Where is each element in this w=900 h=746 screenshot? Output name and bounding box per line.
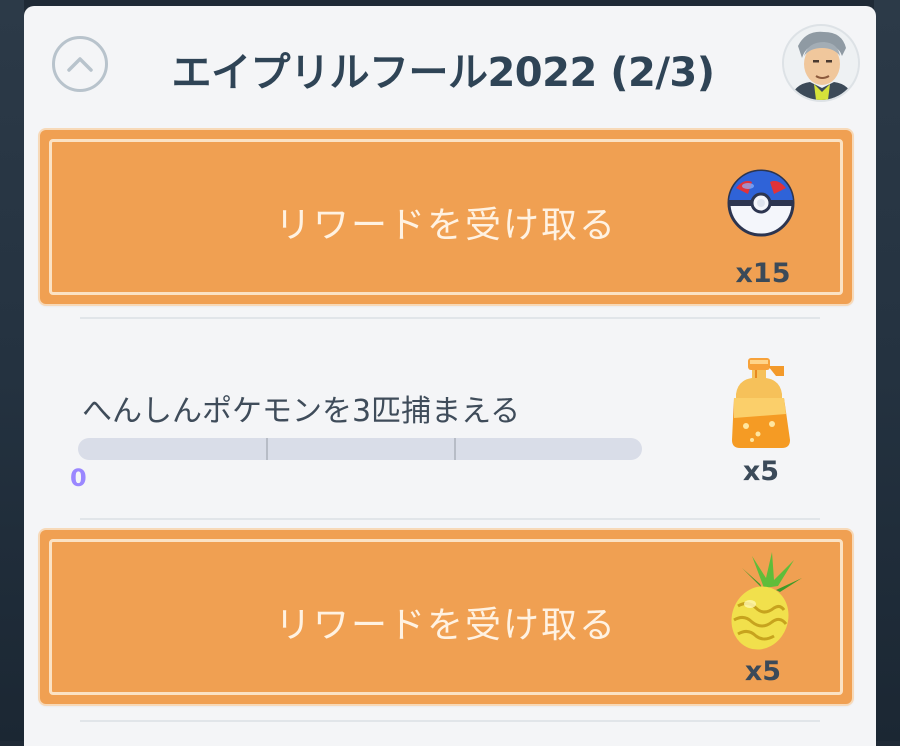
quest-title: エイプリルフール2022 (2/3) — [171, 50, 715, 96]
quest-header: エイプリルフール2022 (2/3) — [24, 6, 876, 124]
professor-avatar-icon — [784, 26, 858, 100]
progress-value: 0 — [70, 464, 87, 492]
task-description: へんしんポケモンを3匹捕まえる — [82, 394, 521, 429]
claim-reward-button-1[interactable]: リワードを受け取る x15 — [40, 130, 852, 304]
task-reward-count: x5 — [742, 456, 780, 487]
claim-reward-button-2[interactable]: リワードを受け取る x5 — [40, 530, 852, 704]
reward-count: x15 — [735, 258, 791, 289]
background-right — [874, 0, 900, 741]
divider — [80, 317, 820, 319]
professor-avatar[interactable] — [782, 24, 860, 102]
divider — [80, 518, 820, 520]
great-ball-icon — [726, 168, 796, 242]
progress-bar — [78, 438, 642, 460]
potion-icon — [726, 356, 796, 456]
quest-panel: エイプリルフール2022 (2/3) リワードを受け取る x15 へんしんポケモ… — [24, 6, 876, 746]
background-left — [0, 0, 24, 741]
pinap-berry-icon — [722, 550, 806, 658]
reward-count: x5 — [744, 656, 782, 687]
task-row: へんしんポケモンを3匹捕まえる 0 x5 — [24, 328, 876, 524]
divider — [80, 720, 820, 722]
collapse-button[interactable] — [52, 36, 108, 92]
progress-segment-divider — [266, 438, 268, 460]
chevron-up-icon — [67, 57, 93, 72]
progress-segment-divider — [454, 438, 456, 460]
